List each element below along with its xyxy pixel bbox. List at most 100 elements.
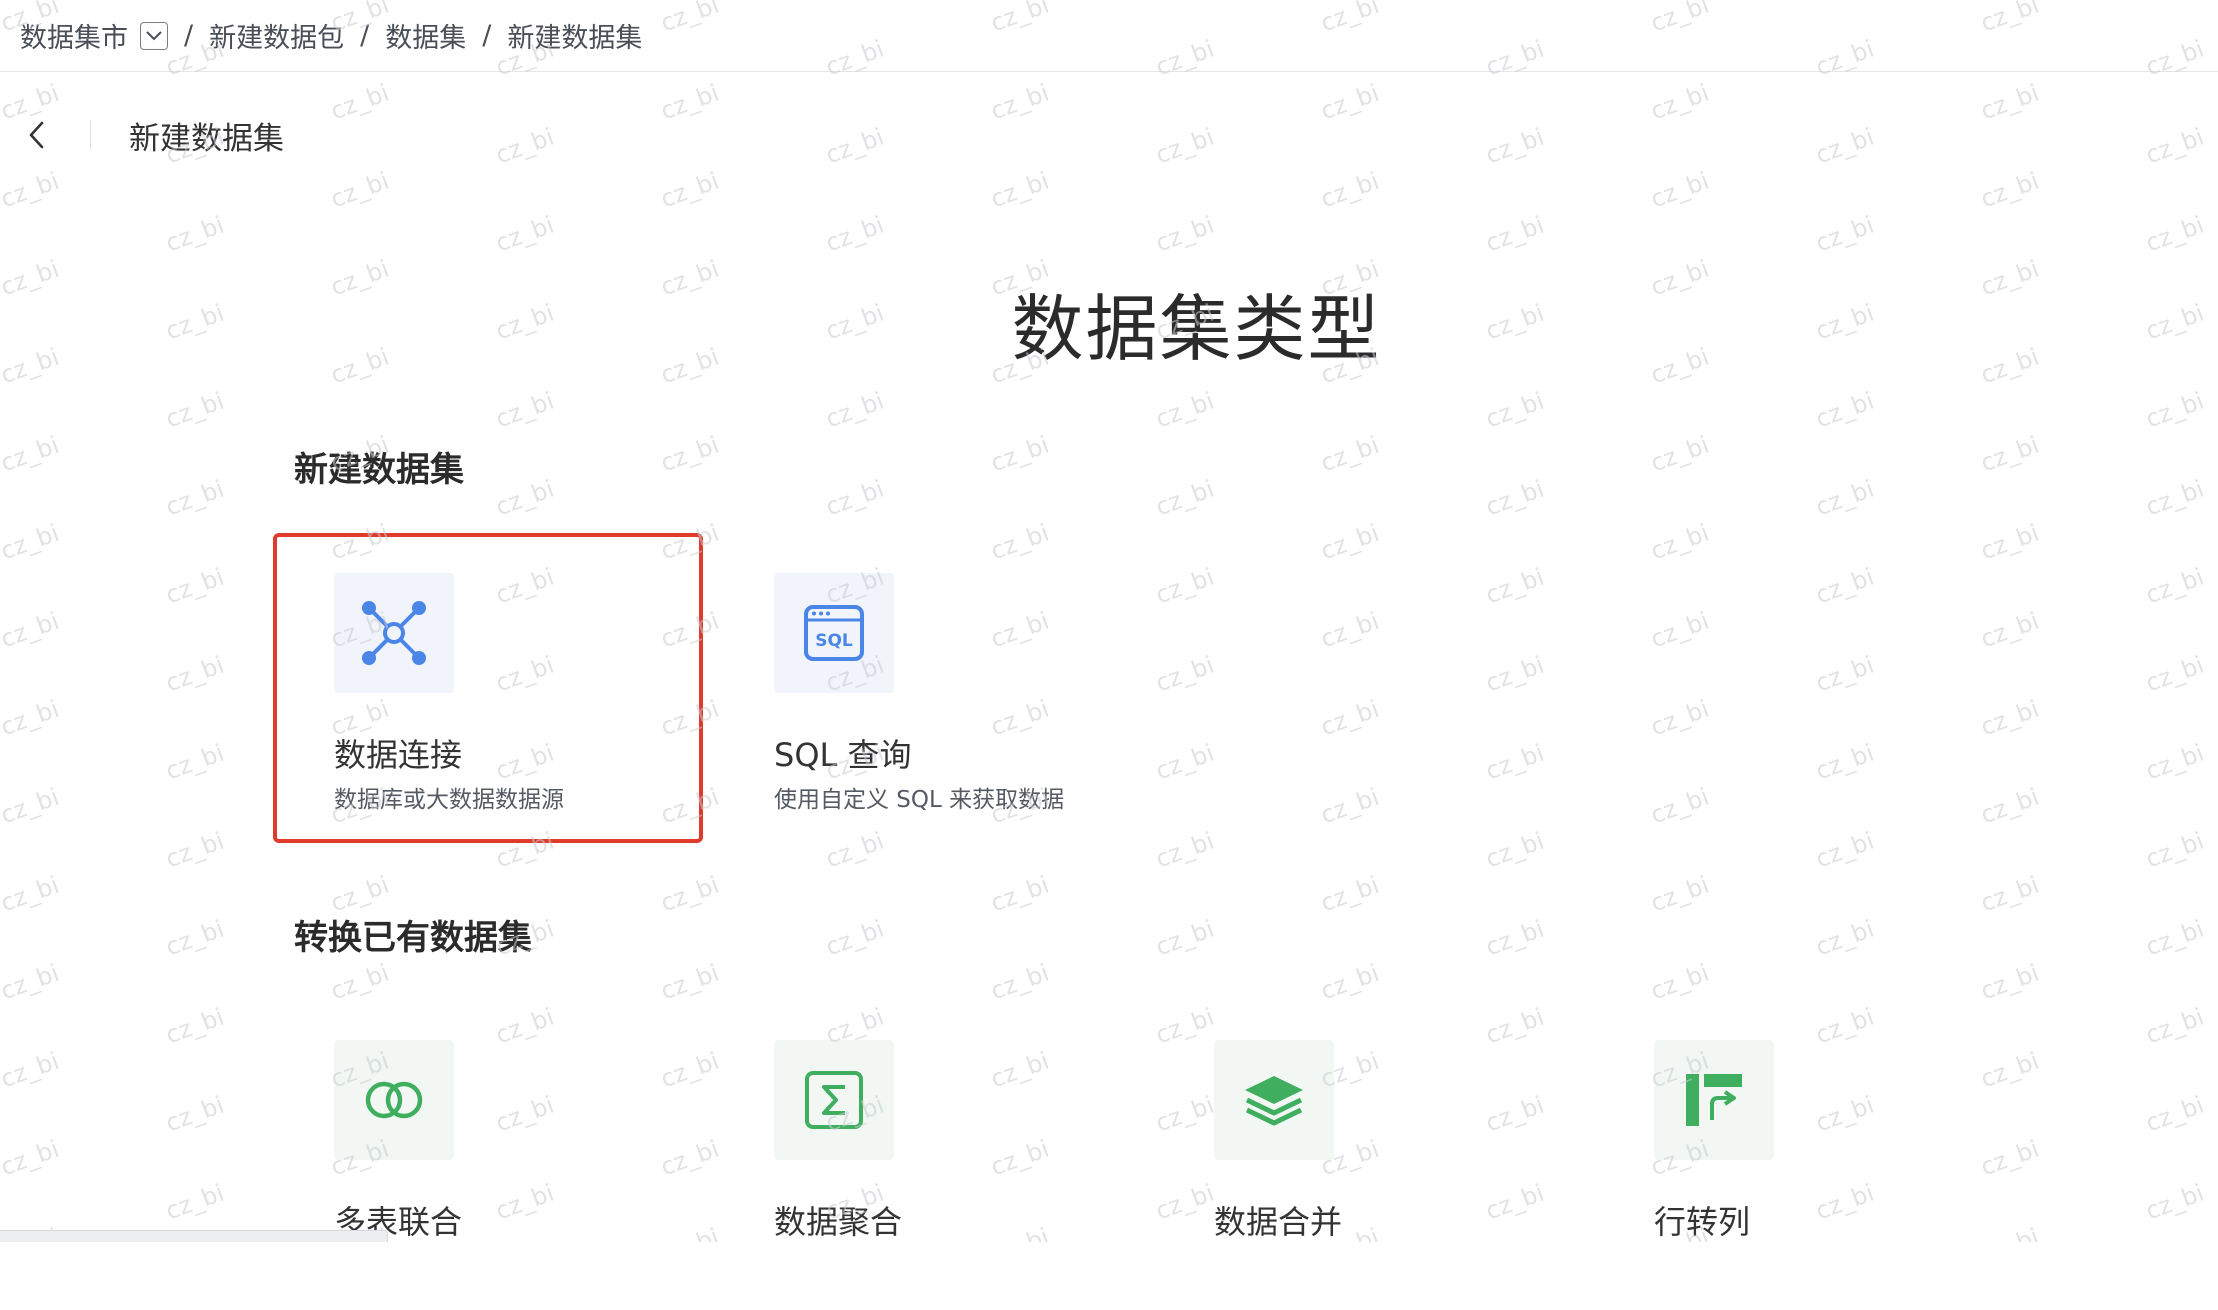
watermark-text: cz_bi [1977,870,2043,918]
watermark-text: cz_bi [822,122,888,170]
breadcrumb-separator: / [360,20,370,51]
watermark-text: cz_bi [1482,826,1548,874]
watermark-text: cz_bi [1812,122,1878,170]
watermark-text: cz_bi [987,166,1053,214]
watermark-text: cz_bi [1812,914,1878,962]
watermark-text: cz_bi [162,738,228,786]
watermark-text: cz_bi [1977,694,2043,742]
watermark-text: cz_bi [162,1002,228,1050]
svg-text:SQL: SQL [815,631,853,651]
watermark-text: cz_bi [1647,518,1713,566]
breadcrumb-separator: / [482,20,492,51]
watermark-text: cz_bi [162,210,228,258]
watermark-text: cz_bi [822,386,888,434]
sql-window-icon: SQL [774,573,894,693]
watermark-text: cz_bi [1977,78,2043,126]
card-data-connection[interactable]: 数据连接 数据库或大数据数据源 [273,533,703,843]
watermark-text: cz_bi [1317,606,1383,654]
breadcrumb-item-new-dataset: 新建数据集 [507,23,643,54]
breadcrumb-item-new-package[interactable]: 新建数据包 [209,16,344,55]
watermark-text: cz_bi [0,166,63,214]
watermark-text: cz_bi [2142,826,2208,874]
watermark-text: cz_bi [987,958,1053,1006]
watermark-text: cz_bi [1812,474,1878,522]
watermark-text: cz_bi [1812,562,1878,610]
watermark-text: cz_bi [2142,122,2208,170]
watermark-text: cz_bi [162,386,228,434]
watermark-text: cz_bi [1317,430,1383,478]
card-sql-query[interactable]: SQL SQL 查询 使用自定义 SQL 来获取数据 [714,533,1144,843]
card-data-aggregation[interactable]: 数据聚合 [714,1000,1144,1310]
watermark-text: cz_bi [1152,386,1218,434]
watermark-text: cz_bi [0,958,63,1006]
card-title: 行转列 [1654,1203,1751,1241]
card-multi-table-union[interactable]: 多表联合 [274,1000,704,1310]
watermark-text: cz_bi [327,958,393,1006]
card-description: 数据库或大数据数据源 [334,787,564,813]
chevron-down-icon[interactable] [140,21,168,50]
venn-circles-icon [334,1040,454,1160]
card-data-merge[interactable]: 数据合并 [1154,1000,1584,1310]
watermark-text: cz_bi [2142,386,2208,434]
status-url-bar [0,1230,388,1242]
dataset-type-title: 数据集类型 [1011,287,1382,371]
layers-icon [1214,1040,1334,1160]
watermark-text: cz_bi [0,1134,63,1182]
watermark-text: cz_bi [162,914,228,962]
watermark-text: cz_bi [1482,122,1548,170]
watermark-text: cz_bi [1482,562,1548,610]
watermark-text: cz_bi [162,1178,228,1226]
watermark-text: cz_bi [1977,166,2043,214]
watermark-text: cz_bi [1482,914,1548,962]
card-row-to-column[interactable]: 行转列 [1594,1000,2024,1310]
watermark-text: cz_bi [1647,166,1713,214]
network-nodes-icon [334,573,454,693]
watermark-text: cz_bi [1647,958,1713,1006]
watermark-text: cz_bi [162,650,228,698]
watermark-text: cz_bi [2142,1178,2208,1226]
watermark-text: cz_bi [1812,738,1878,786]
watermark-text: cz_bi [1647,78,1713,126]
watermark-text: cz_bi [1152,826,1218,874]
card-title: 数据连接 [334,736,463,774]
section-title-new-dataset: 新建数据集 [294,450,464,490]
watermark-text: cz_bi [822,474,888,522]
watermark-text: cz_bi [1317,694,1383,742]
watermark-text: cz_bi [1317,78,1383,126]
watermark-text: cz_bi [1152,738,1218,786]
watermark-text: cz_bi [987,78,1053,126]
watermark-text: cz_bi [327,78,393,126]
watermark-text: cz_bi [1977,430,2043,478]
watermark-text: cz_bi [1317,870,1383,918]
watermark-text: cz_bi [1977,606,2043,654]
watermark-text: cz_bi [987,430,1053,478]
section-title-convert-dataset: 转换已有数据集 [294,918,532,958]
breadcrumb-item-datamart[interactable]: 数据集市 [20,16,128,55]
breadcrumb-separator: / [184,20,194,51]
header-divider [90,120,91,150]
watermark-text: cz_bi [1482,738,1548,786]
watermark-text: cz_bi [1152,122,1218,170]
watermark-text: cz_bi [1482,474,1548,522]
watermark-text: cz_bi [162,1090,228,1138]
breadcrumb-item-dataset[interactable]: 数据集 [385,16,466,55]
watermark-text: cz_bi [1317,782,1383,830]
watermark-text: cz_bi [0,606,63,654]
watermark-text: cz_bi [0,694,63,742]
chevron-left-icon [29,121,44,149]
watermark-text: cz_bi [822,210,888,258]
watermark-text: cz_bi [657,78,723,126]
watermark-text: cz_bi [162,826,228,874]
watermark-text: cz_bi [2142,1002,2208,1050]
back-button[interactable] [18,116,56,154]
watermark-text: cz_bi [1647,606,1713,654]
watermark-text: cz_bi [162,562,228,610]
watermark-text: cz_bi [1812,650,1878,698]
watermark-text: cz_bi [2142,1090,2208,1138]
watermark-text: cz_bi [1317,518,1383,566]
watermark-text: cz_bi [1152,474,1218,522]
watermark-text: cz_bi [2142,474,2208,522]
watermark-text: cz_bi [492,386,558,434]
card-title: 数据聚合 [774,1203,903,1241]
watermark-text: cz_bi [657,870,723,918]
